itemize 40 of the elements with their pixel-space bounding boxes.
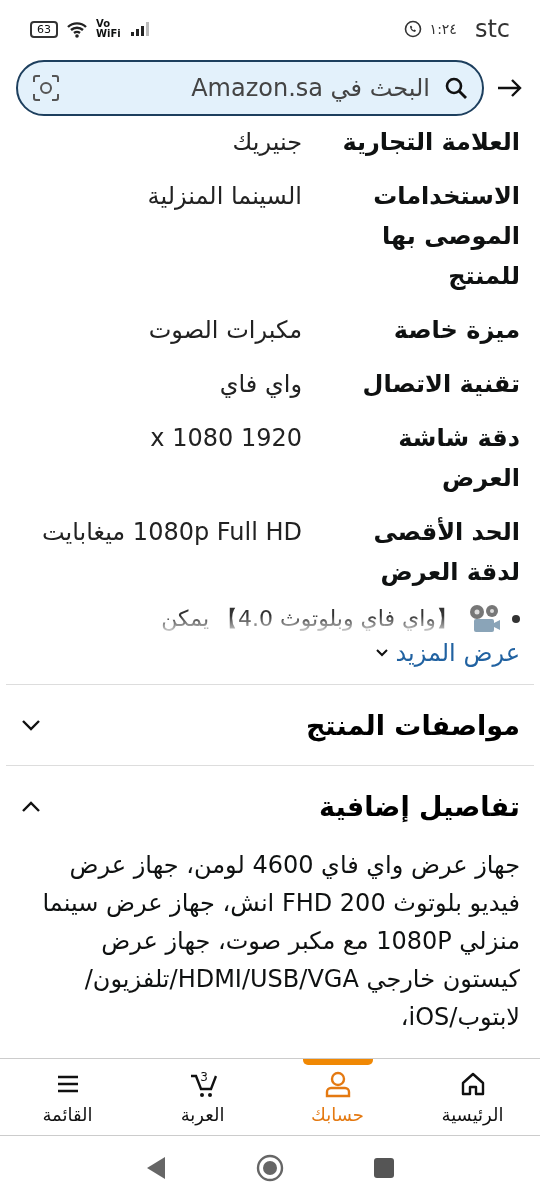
- search-input[interactable]: البحث في Amazon.sa: [72, 73, 432, 103]
- spec-value: 1920 x 1080: [149, 423, 302, 454]
- film-projector-icon: [468, 604, 502, 634]
- bullet-dot: [512, 615, 520, 623]
- battery-indicator: 63: [30, 20, 58, 38]
- show-more-link[interactable]: عرض المزيد: [375, 636, 520, 670]
- section-header[interactable]: تفاصيل إضافية: [20, 766, 520, 846]
- section-title: مواصفات المنتج: [305, 709, 520, 741]
- spec-value: السينما المنزلية: [146, 181, 302, 212]
- spec-label: تقنية الاتصال: [361, 369, 520, 400]
- spec-value: مكبرات الصوت: [147, 315, 302, 346]
- spec-value: 1080p Full HD ميغابايت: [41, 517, 302, 548]
- signal-icon: [130, 21, 152, 37]
- chevron-down-icon: [375, 648, 390, 658]
- person-icon: [323, 1069, 352, 1098]
- home-button-icon[interactable]: [255, 1153, 285, 1183]
- camera-icon[interactable]: [32, 74, 60, 102]
- spec-value: واي فاي: [218, 369, 302, 400]
- section-title: تفاصيل إضافية: [319, 790, 520, 822]
- search-field[interactable]: البحث في Amazon.sa: [16, 60, 484, 116]
- recents-icon[interactable]: [373, 1157, 395, 1179]
- chevron-down-icon: [20, 718, 42, 732]
- carrier-name: stc: [474, 15, 510, 43]
- nav-tab[interactable]: القائمة: [0, 1059, 135, 1135]
- chevron-up-icon: [20, 799, 42, 813]
- description-paragraph: جهاز عرض واي فاي 4600 لومن، جهاز عرض فيديو بلوتوث FHD 200 انش، جهاز عرض سينما منزلي 1080P مع مكبر صوت، جهاز عرض كيستون خارجي HDMI/USB/VGA/تلفزيون/لابتوب/iOS،: [41, 850, 520, 1033]
- nav-tab[interactable]: الرئيسية: [405, 1059, 540, 1135]
- spec-label: الحد الأقصى لدقة العرض: [372, 516, 520, 588]
- spec-value: جنيريك: [231, 127, 302, 158]
- spec-label: العلامة التجارية: [341, 127, 520, 158]
- back-icon[interactable]: [145, 1155, 167, 1181]
- search-icon: [444, 76, 468, 100]
- feature-text: 【واي فاي وبلوتوث 4.0】 يمكن: [161, 605, 458, 633]
- spec-label: الاستخدامات الموصى بها للمنتج: [372, 181, 520, 292]
- section-header[interactable]: مواصفات المنتج: [20, 685, 520, 765]
- spec-label: دقة شاشة العرض: [397, 423, 520, 494]
- wifi-icon: [66, 20, 88, 38]
- status-time: ١:٢٤: [429, 21, 457, 37]
- spec-label: ميزة خاصة: [392, 315, 520, 346]
- wifi-calling-label: Vo WiFi: [96, 19, 122, 39]
